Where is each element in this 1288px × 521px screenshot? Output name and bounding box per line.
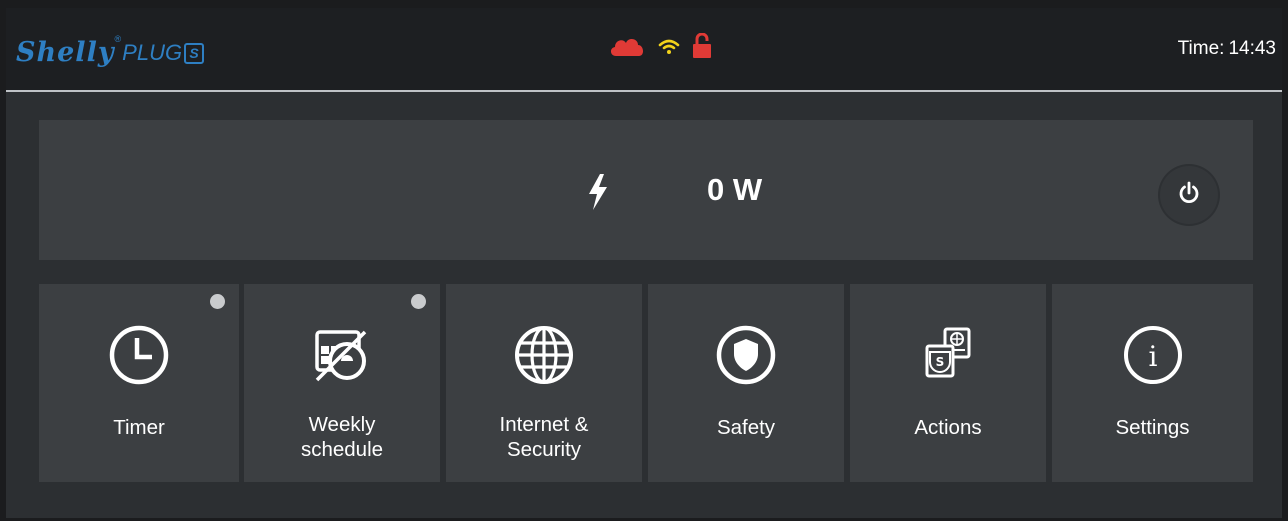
tile-safety[interactable]: Safety (648, 284, 844, 482)
wifi-icon[interactable] (658, 37, 680, 60)
tile-timer[interactable]: Timer (39, 284, 239, 482)
tile-internet-security-label: Internet & Security (446, 412, 642, 462)
bolt-icon (587, 174, 609, 210)
status-icons (608, 32, 712, 64)
time-value: 14:43 (1228, 38, 1276, 59)
logo-brand: Shelly (16, 37, 115, 68)
clock-icon (108, 324, 170, 386)
logo-model: PLUG (122, 40, 183, 65)
cloud-icon[interactable] (608, 35, 646, 62)
power-toggle-button[interactable] (1160, 166, 1218, 224)
app-frame: Shelly ® PLUG S Time: 14:43 0 W Timer We… (6, 8, 1282, 518)
time-label: Time: (1177, 38, 1225, 59)
internet-security-label-text: Internet & Security (499, 413, 589, 461)
power-reading: 0 W (707, 172, 763, 207)
actions-icon: S (917, 324, 979, 386)
unlocked-icon[interactable] (692, 32, 712, 64)
power-icon (1176, 180, 1202, 211)
time-display: Time: 14:43 (1178, 38, 1276, 60)
tile-timer-label: Timer (113, 416, 165, 439)
logo-registered: ® (114, 34, 122, 44)
tile-actions-label: Actions (914, 416, 982, 439)
tile-weekly-schedule[interactable]: Weekly schedule (244, 284, 440, 482)
timer-indicator (210, 294, 225, 309)
weekly-schedule-label-text: Weekly schedule (300, 413, 384, 461)
tile-actions[interactable]: S Actions (850, 284, 1046, 482)
shield-icon (715, 324, 777, 386)
tile-weekly-schedule-label: Weekly schedule (244, 412, 440, 462)
top-bar: Shelly ® PLUG S Time: 14:43 (6, 8, 1282, 92)
tile-safety-label: Safety (716, 416, 776, 439)
tile-settings[interactable]: i Settings (1052, 284, 1253, 482)
feature-tiles: Timer Weekly schedule Internet & Securit… (39, 284, 1253, 482)
tile-internet-security[interactable]: Internet & Security (446, 284, 642, 482)
svg-text:i: i (1148, 340, 1157, 373)
schedule-icon (311, 324, 373, 386)
svg-text:S: S (936, 355, 945, 369)
info-icon: i (1122, 324, 1184, 386)
shelly-plug-s-logo: Shelly ® PLUG S (16, 32, 205, 68)
weekly-schedule-indicator (411, 294, 426, 309)
logo-model-suffix: S (184, 43, 205, 64)
globe-icon (513, 324, 575, 386)
power-panel: 0 W (39, 120, 1253, 260)
tile-settings-label: Settings (1115, 416, 1190, 439)
